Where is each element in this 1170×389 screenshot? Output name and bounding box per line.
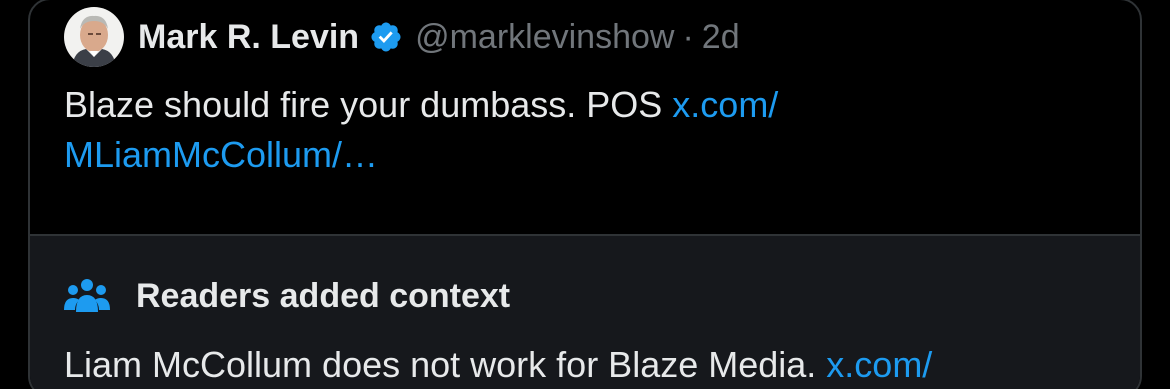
community-note-body: Liam McCollum does not work for Blaze Me…: [64, 344, 827, 385]
community-note-title: Readers added context: [136, 276, 511, 315]
community-note-link[interactable]: x.com/: [826, 344, 932, 385]
verified-badge-icon: [369, 20, 403, 54]
community-note-header: Readers added context: [64, 276, 510, 316]
tweet-text: Blaze should fire your dumbass. POS x.co…: [64, 80, 1024, 180]
timestamp[interactable]: 2d: [702, 18, 740, 57]
community-note-text: Liam McCollum does not work for Blaze Me…: [64, 340, 1124, 389]
people-icon: [64, 276, 110, 316]
author-handle[interactable]: @marklevinshow: [415, 18, 674, 57]
separator-dot: ·: [682, 17, 694, 56]
tweet-link[interactable]: x.com/: [672, 84, 778, 125]
tweet-link-continued[interactable]: MLiamMcCollum/…: [64, 134, 378, 175]
tweet-body: Blaze should fire your dumbass. POS: [64, 84, 673, 125]
author-name[interactable]: Mark R. Levin: [138, 18, 359, 57]
avatar-image: [64, 7, 124, 67]
tweet-header: Mark R. Levin @marklevinshow · 2d: [64, 4, 740, 70]
tweet-card[interactable]: Mark R. Levin @marklevinshow · 2d Blaze …: [28, 0, 1142, 389]
community-note[interactable]: Readers added context Liam McCollum does…: [30, 234, 1140, 389]
avatar[interactable]: [64, 7, 124, 67]
